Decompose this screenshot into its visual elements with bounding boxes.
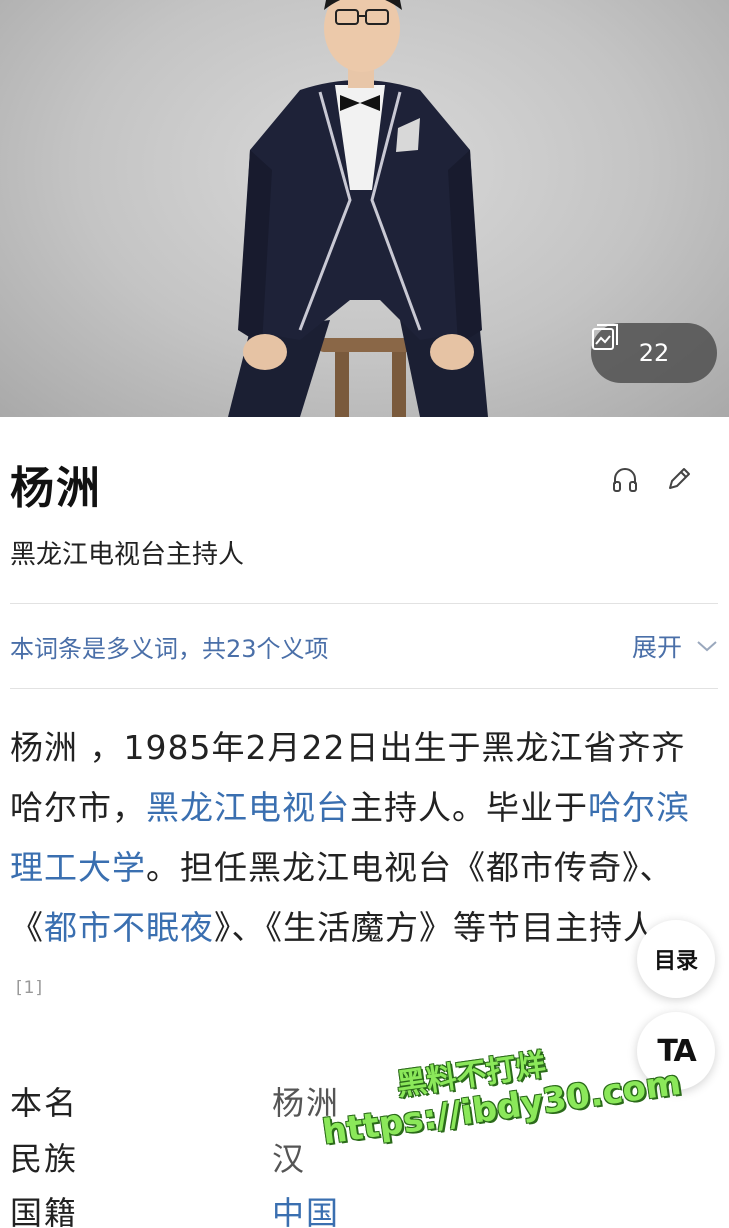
- expand-button[interactable]: 展开: [632, 628, 718, 664]
- toc-button[interactable]: 目录: [637, 920, 715, 998]
- info-value: 汉: [272, 1140, 307, 1178]
- info-row: 民族 汉: [10, 1134, 710, 1184]
- summary-text: 主持人。毕业于: [350, 788, 588, 827]
- chevron-down-icon: [697, 641, 717, 652]
- divider: [10, 688, 718, 689]
- info-row: 本名 杨洲: [10, 1078, 710, 1128]
- headphones-icon: [613, 468, 637, 492]
- polysemy-row[interactable]: 本词条是多义词，共23个义项 展开: [10, 628, 718, 664]
- entry-title: 杨洲: [10, 463, 102, 514]
- summary-text: 》、《生活魔方》等节目主持人。: [214, 908, 691, 947]
- link-heilongjiang-tv[interactable]: 黑龙江电视台: [146, 788, 350, 827]
- hero-photo[interactable]: 22: [0, 0, 729, 417]
- gallery-icon: [592, 324, 618, 350]
- info-key: 民族: [10, 1140, 79, 1178]
- gallery-count: 22: [638, 339, 670, 367]
- listen-button[interactable]: [608, 462, 642, 496]
- entry-subtitle: 黑龙江电视台主持人: [10, 540, 245, 570]
- link-dushi-bumianye[interactable]: 都市不眠夜: [44, 908, 214, 947]
- expand-label: 展开: [631, 633, 682, 662]
- info-row: 国籍 中国: [10, 1188, 710, 1228]
- gallery-count-badge[interactable]: 22: [591, 323, 717, 383]
- polysemy-text: 本词条是多义词，共23个义项: [10, 634, 329, 663]
- info-key: 国籍: [10, 1194, 79, 1228]
- info-value-link[interactable]: 中国: [272, 1188, 340, 1228]
- reference-marker[interactable]: [1]: [16, 978, 43, 998]
- info-value: 杨洲: [272, 1084, 341, 1122]
- info-key: 本名: [10, 1084, 79, 1122]
- divider: [10, 603, 718, 604]
- summary-paragraph: 杨洲 ，1985年2月22日出生于黑龙江省齐齐哈尔市，黑龙江电视台主持人。毕业于…: [10, 718, 710, 1026]
- pencil-icon: [669, 468, 690, 489]
- edit-button[interactable]: [662, 462, 696, 496]
